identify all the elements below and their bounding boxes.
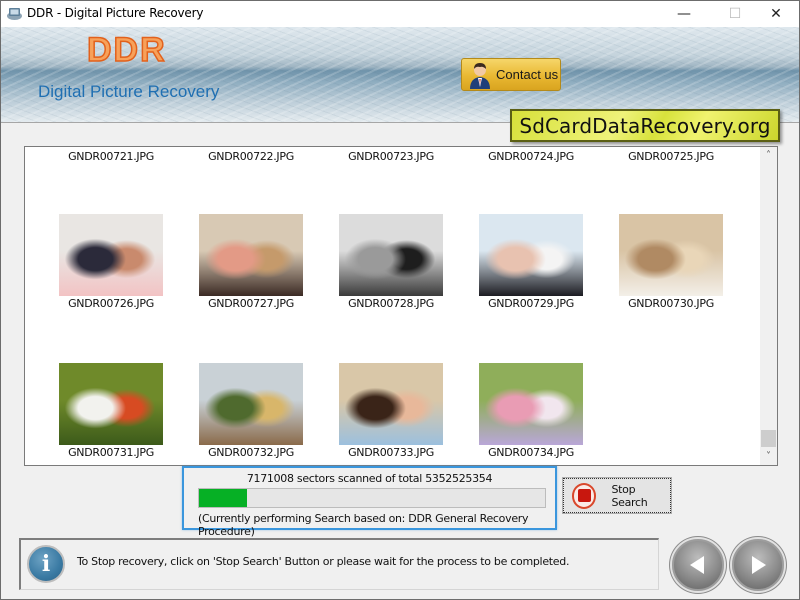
file-tile[interactable]: GNDR00730.JPG [606, 214, 736, 310]
file-thumbnail[interactable] [339, 363, 443, 445]
file-name: GNDR00733.JPG [348, 446, 434, 459]
app-icon [7, 8, 22, 20]
person-icon [470, 62, 490, 89]
file-thumbnail[interactable] [479, 363, 583, 445]
file-thumbnail[interactable] [199, 363, 303, 445]
file-thumbnail[interactable] [199, 214, 303, 296]
file-thumbnail[interactable] [619, 214, 723, 296]
info-message: To Stop recovery, click on 'Stop Search'… [77, 555, 570, 568]
file-tile[interactable]: GNDR00728.JPG [326, 214, 456, 310]
file-name: GNDR00732.JPG [208, 446, 294, 459]
progress-bar [198, 488, 546, 508]
close-button[interactable]: ✕ [753, 1, 799, 27]
file-name: GNDR00721.JPG [68, 150, 154, 163]
file-name: GNDR00727.JPG [208, 297, 294, 310]
file-name: GNDR00722.JPG [208, 150, 294, 163]
arrow-left-icon [690, 556, 704, 574]
file-tile[interactable]: GNDR00733.JPG [326, 363, 456, 459]
chevron-down-icon: ˅ [766, 451, 771, 462]
contact-us-button[interactable]: Contact us [461, 58, 561, 91]
chevron-up-icon: ˄ [766, 150, 771, 161]
maximize-icon: ☐ [728, 6, 742, 22]
file-tile[interactable]: GNDR00731.JPG [46, 363, 176, 459]
file-name: GNDR00731.JPG [68, 446, 154, 459]
file-name: GNDR00728.JPG [348, 297, 434, 310]
back-button[interactable] [672, 539, 724, 591]
scroll-up-button[interactable]: ˄ [760, 147, 777, 164]
scrollbar-thumb[interactable] [761, 430, 776, 447]
file-tile[interactable]: GNDR00732.JPG [186, 363, 316, 459]
recovered-files-gallery[interactable]: GNDR00721.JPG GNDR00722.JPG GNDR00723.JPG G… [24, 146, 778, 466]
vertical-scrollbar[interactable]: ˄ ˅ [760, 147, 777, 465]
info-bar: i To Stop recovery, click on 'Stop Searc… [19, 538, 659, 590]
file-tile[interactable]: GNDR00727.JPG [186, 214, 316, 310]
file-tile[interactable]: GNDR00734.JPG [466, 363, 596, 459]
minimize-icon: — [677, 6, 691, 22]
file-name: GNDR00730.JPG [628, 297, 714, 310]
file-tile[interactable]: GNDR00726.JPG [46, 214, 176, 310]
file-thumbnail[interactable] [479, 214, 583, 296]
next-button[interactable] [732, 539, 784, 591]
file-name: GNDR00725.JPG [628, 150, 714, 163]
file-thumbnail[interactable] [59, 214, 163, 296]
stop-search-label: Stop Search [611, 482, 648, 509]
file-name: GNDR00734.JPG [488, 446, 574, 459]
file-name: GNDR00724.JPG [488, 150, 574, 163]
window-title: DDR - Digital Picture Recovery [27, 6, 204, 20]
stop-search-button[interactable]: Stop Search [562, 477, 672, 514]
website-badge: SdCardDataRecovery.org [510, 109, 780, 142]
stop-icon [572, 482, 597, 509]
file-name: GNDR00726.JPG [68, 297, 154, 310]
ddr-logo: DDR [86, 30, 167, 70]
file-tile[interactable]: GNDR00729.JPG [466, 214, 596, 310]
maximize-button[interactable]: ☐ [712, 1, 758, 27]
minimize-button[interactable]: — [661, 1, 707, 27]
file-thumbnail[interactable] [339, 214, 443, 296]
contact-us-label: Contact us [496, 67, 559, 82]
procedure-text: (Currently performing Search based on: D… [198, 512, 529, 538]
info-icon: i [27, 545, 65, 583]
file-tile[interactable]: GNDR00721.JPG [46, 150, 176, 163]
file-tile[interactable]: GNDR00724.JPG [466, 150, 596, 163]
app-window: DDR - Digital Picture Recovery — ☐ ✕ DDR… [0, 0, 800, 600]
file-thumbnail[interactable] [59, 363, 163, 445]
sectors-scanned-text: 7171008 sectors scanned of total 5352525… [246, 472, 493, 485]
progress-panel: 7171008 sectors scanned of total 5352525… [182, 466, 557, 538]
file-tile[interactable]: GNDR00725.JPG [606, 150, 736, 163]
app-subtitle: Digital Picture Recovery [38, 82, 220, 101]
file-name: GNDR00723.JPG [348, 150, 434, 163]
arrow-right-icon [752, 556, 766, 574]
scroll-down-button[interactable]: ˅ [760, 448, 777, 465]
file-tile[interactable]: GNDR00723.JPG [326, 150, 456, 163]
file-name: GNDR00729.JPG [488, 297, 574, 310]
title-bar: DDR - Digital Picture Recovery — ☐ ✕ [1, 1, 799, 27]
progress-bar-fill [199, 489, 248, 507]
close-icon: ✕ [770, 6, 782, 22]
file-tile[interactable]: GNDR00722.JPG [186, 150, 316, 163]
